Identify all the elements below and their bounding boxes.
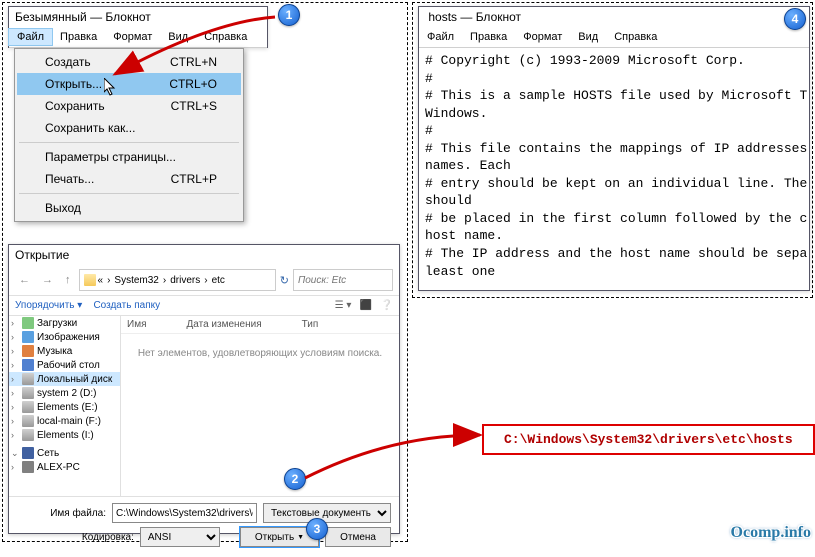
filetype-select[interactable]: Текстовые документы (*.txt) xyxy=(263,503,391,523)
organize-button[interactable]: Упорядочить xyxy=(15,300,75,311)
tree-downloads[interactable]: ›Загрузки xyxy=(9,316,120,330)
menu-open[interactable]: Открыть...CTRL+O xyxy=(17,73,241,95)
badge-3: 3 xyxy=(306,518,328,540)
tree-elements-i[interactable]: ›Elements (I:) xyxy=(9,428,120,442)
menu-create[interactable]: СоздатьCTRL+N xyxy=(17,51,241,73)
menu-edit-r[interactable]: Правка xyxy=(462,29,515,45)
tree-images[interactable]: ›Изображения xyxy=(9,330,120,344)
menubar-right: Файл Правка Формат Вид Справка xyxy=(419,27,809,48)
nav-fwd-icon[interactable]: → xyxy=(38,274,57,286)
path-callout: C:\Windows\System32\drivers\etc\hosts xyxy=(482,424,815,455)
badge-1: 1 xyxy=(278,4,300,26)
open-dialog: Открытие ← → ↑ «› System32› drivers› etc… xyxy=(8,244,400,534)
tree-elements-e[interactable]: ›Elements (E:) xyxy=(9,400,120,414)
menu-edit[interactable]: Правка xyxy=(52,29,105,45)
tree-system2[interactable]: ›system 2 (D:) xyxy=(9,386,120,400)
menu-exit[interactable]: Выход xyxy=(17,197,241,219)
breadcrumb[interactable]: «› System32› drivers› etc xyxy=(79,269,276,291)
nav-up-icon[interactable]: ↑ xyxy=(61,274,75,286)
menu-help[interactable]: Справка xyxy=(196,29,255,45)
file-list: ИмяДата измененияТип Нет элементов, удов… xyxy=(121,316,399,496)
tree-desktop[interactable]: ›Рабочий стол xyxy=(9,358,120,372)
tree-localmain[interactable]: ›local-main (F:) xyxy=(9,414,120,428)
search-input[interactable] xyxy=(293,269,393,291)
menu-file-r[interactable]: Файл xyxy=(419,29,462,45)
encoding-select[interactable]: ANSI xyxy=(140,527,220,547)
menu-save[interactable]: СохранитьCTRL+S xyxy=(17,95,241,117)
tree-alexpc[interactable]: ›ALEX-PC xyxy=(9,460,120,474)
menu-view[interactable]: Вид xyxy=(160,29,196,45)
file-dropdown: СоздатьCTRL+N Открыть...CTRL+O Сохранить… xyxy=(14,48,244,222)
encoding-label: Кодировка: xyxy=(82,532,134,543)
open-dialog-title: Открытие xyxy=(9,245,399,265)
window-title: Безымянный — Блокнот xyxy=(9,7,267,27)
menu-view-r[interactable]: Вид xyxy=(570,29,606,45)
window-title-right: hosts — Блокнот xyxy=(419,7,809,27)
filename-input[interactable] xyxy=(112,503,257,523)
filename-label: Имя файла: xyxy=(50,508,106,519)
tree-localdisk[interactable]: ›Локальный диск xyxy=(9,372,120,386)
refresh-icon[interactable]: ↻ xyxy=(280,274,289,287)
folder-tree: ›Загрузки ›Изображения ›Музыка ›Рабочий … xyxy=(9,316,121,496)
hosts-file-content[interactable]: # Copyright (c) 1993-2009 Microsoft Corp… xyxy=(419,48,809,284)
mouse-cursor-icon xyxy=(104,78,118,98)
badge-4: 4 xyxy=(784,8,806,30)
menu-format-r[interactable]: Формат xyxy=(515,29,570,45)
menu-format[interactable]: Формат xyxy=(105,29,160,45)
notepad-window-right: hosts — Блокнот Файл Правка Формат Вид С… xyxy=(418,6,810,291)
watermark: Ocomp.info xyxy=(731,524,811,542)
cancel-button[interactable]: Отмена xyxy=(325,527,391,547)
menu-saveas[interactable]: Сохранить как... xyxy=(17,117,241,139)
menu-help-r[interactable]: Справка xyxy=(606,29,665,45)
menu-file[interactable]: Файл xyxy=(9,29,52,45)
empty-message: Нет элементов, удовлетворяющих условиям … xyxy=(121,348,399,359)
tree-network[interactable]: ⌄Сеть xyxy=(9,446,120,460)
menu-pagesetup[interactable]: Параметры страницы... xyxy=(17,146,241,168)
badge-2: 2 xyxy=(284,468,306,490)
menu-print[interactable]: Печать...CTRL+P xyxy=(17,168,241,190)
tree-music[interactable]: ›Музыка xyxy=(9,344,120,358)
new-folder-button[interactable]: Создать папку xyxy=(93,300,160,311)
nav-back-icon[interactable]: ← xyxy=(15,274,34,286)
menubar: Файл Правка Формат Вид Справка xyxy=(9,27,267,48)
notepad-window-left: Безымянный — Блокнот Файл Правка Формат … xyxy=(8,6,268,48)
